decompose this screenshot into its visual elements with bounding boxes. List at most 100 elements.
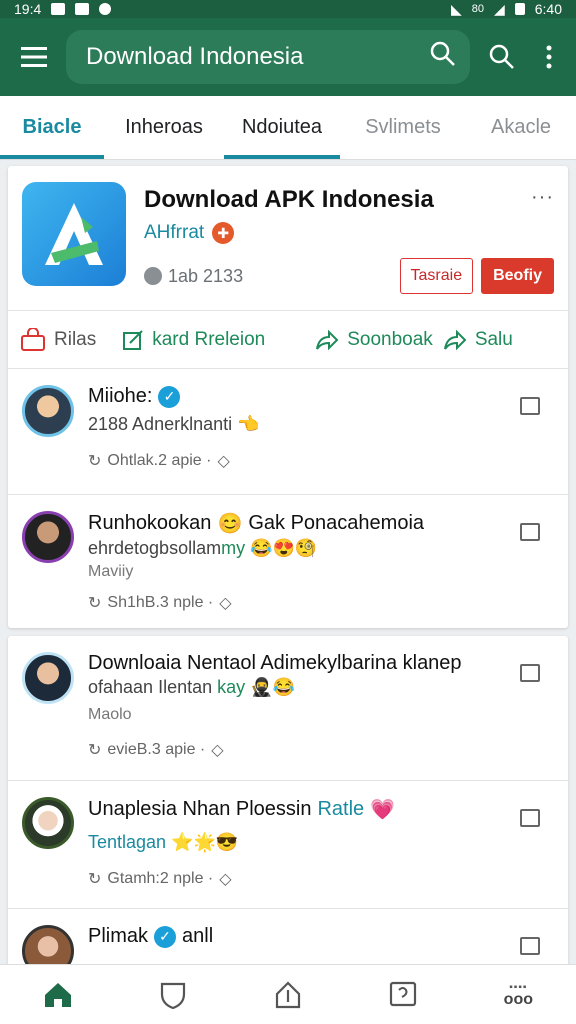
send-icon: ◇ [219, 595, 232, 612]
item-title: Unaplesia Nhan Ploessin [88, 798, 312, 820]
link-icon: ↻ [88, 453, 102, 470]
share-icon [316, 329, 339, 350]
avatar [22, 797, 74, 849]
list-item[interactable]: Runhokookan 😊 Gak Ponacahemoia ehrdetogb… [8, 494, 568, 628]
item-emoji: 😂😍🧐 [250, 538, 318, 558]
menu-icon[interactable] [12, 35, 56, 79]
link-icon: ↻ [88, 742, 102, 759]
signal-icon: ◢ [493, 0, 505, 17]
item-emoji: 👈 [237, 414, 260, 434]
checkbox[interactable] [520, 809, 540, 827]
send-icon: ◇ [219, 871, 232, 888]
app-logo [22, 182, 126, 286]
search-icon[interactable] [430, 41, 456, 74]
item-author: Runhokookan [88, 512, 212, 534]
action-soonboak[interactable]: Soonboak [315, 329, 433, 351]
tab-5[interactable]: Akacle [466, 96, 576, 159]
more-icon[interactable]: ··· [531, 186, 554, 209]
item-author: Miiohe: [88, 385, 153, 407]
gallery-icon [51, 3, 66, 15]
action-label: Soonboak [347, 328, 433, 350]
status-time: 19:4 [14, 1, 42, 17]
app-card: Download APK Indonesia AHfrrat ✚ 1ab 213… [8, 166, 568, 628]
list-item[interactable]: Downloaia Nentaol Adimekylbarina klanep … [8, 636, 568, 780]
item-emoji: 😊 [217, 513, 243, 535]
verified-icon: ✓ [154, 925, 177, 948]
edit-icon [123, 329, 143, 350]
item-title-rest: Gak Ponacahemoia [248, 512, 425, 534]
link-icon: ↻ [88, 595, 102, 612]
item-emoji: 💗 [370, 799, 396, 821]
item-title-highlight: Ratle [317, 798, 365, 820]
checkbox[interactable] [520, 937, 540, 955]
item-meta: Sh1hB.3 nple · [107, 594, 214, 611]
item-text-highlight: Tentlagan [88, 832, 167, 852]
notification-icon [99, 3, 112, 15]
item-text: ofahaan Ilentan [88, 677, 213, 697]
upload-icon[interactable] [264, 971, 312, 1019]
item-text: ehrdetogbsollam [88, 538, 222, 558]
list-item[interactable]: Miiohe: ✓ 2188 Adnerklnanti 👈 ↻ Ohtlak.2… [8, 368, 568, 494]
bottom-nav: ▪▪▪▪ ooo [0, 964, 576, 1024]
item-meta: evieB.3 apie · [107, 741, 206, 758]
item-emoji: 🥷😂 [250, 677, 295, 697]
more-apps-icon[interactable]: ▪▪▪▪ ooo [494, 971, 542, 1019]
home-icon[interactable] [34, 971, 82, 1019]
primary-button[interactable]: Beofiy [481, 258, 554, 294]
search-input[interactable]: Download Indonesia [66, 30, 470, 84]
avatar [22, 652, 74, 704]
checkbox[interactable] [520, 397, 540, 415]
tab-3[interactable]: Ndoiutea [224, 96, 340, 159]
tab-4[interactable]: Svlimets [340, 96, 466, 159]
send-icon: ◇ [211, 742, 224, 759]
list-item[interactable]: Unaplesia Nhan Ploessin Ratle 💗 Tentlaga… [8, 780, 568, 908]
item-text-highlight: my [221, 538, 246, 558]
tab-1[interactable]: Biacle [0, 96, 104, 159]
wifi-icon: ◣ [450, 0, 462, 17]
item-author-rest: anll [182, 925, 214, 947]
app-developer[interactable]: AHfrrat [144, 222, 204, 244]
action-salu[interactable]: Salu [443, 329, 513, 351]
checkbox[interactable] [520, 664, 540, 682]
image-icon [75, 3, 90, 15]
shield-icon[interactable] [149, 971, 197, 1019]
item-text-highlight: kay [217, 677, 246, 697]
checkbox[interactable] [520, 523, 540, 541]
action-label: Rilas [54, 328, 97, 350]
search-text: Download Indonesia [86, 43, 304, 70]
more-apps-label: ooo [503, 991, 533, 1008]
status-clock: 6:40 [534, 1, 562, 17]
item-subtext: Maolo [88, 706, 132, 723]
app-bar: Download Indonesia [0, 18, 576, 96]
action-label: kard Rreleion [152, 328, 266, 350]
action-label: Salu [474, 328, 513, 350]
secondary-button[interactable]: Tasraie [399, 258, 474, 294]
download-count: 1ab 2133 [168, 265, 244, 286]
item-meta: Ohtlak.2 apie · [107, 452, 212, 469]
battery-icon [514, 3, 525, 15]
action-rilas[interactable]: Rilas [20, 327, 97, 352]
download-count-icon [144, 267, 162, 285]
action-kard[interactable]: kard Rreleion [122, 329, 265, 351]
link-icon: ↻ [88, 871, 102, 888]
avatar [22, 511, 74, 563]
badge-icon: ✚ [212, 222, 235, 244]
tab-bar: Biacle Inheroas Ndoiutea Svlimets Akacle [0, 96, 576, 160]
chat-icon[interactable] [379, 971, 427, 1019]
app-title: Download APK Indonesia [144, 186, 434, 213]
overflow-menu-icon[interactable] [534, 35, 564, 79]
action-bar: Rilas kard Rreleion Soonboak Salu [8, 310, 568, 368]
item-author: Plimak [88, 925, 149, 947]
item-meta: Gtamh:2 nple · [107, 870, 214, 887]
item-subtext: Maviiy [88, 563, 134, 580]
bag-icon [21, 327, 45, 351]
share-icon [443, 329, 467, 350]
send-icon: ◇ [217, 453, 230, 470]
verified-icon: ✓ [158, 385, 181, 408]
status-bar: 19:4 ◣ 80 ◢ 6:40 [0, 0, 576, 18]
feed-card: Downloaia Nentaol Adimekylbarina klanep … [8, 636, 568, 988]
search-icon[interactable] [480, 35, 524, 79]
battery-percent: 80 [471, 3, 484, 15]
tab-2[interactable]: Inheroas [104, 96, 224, 159]
item-title: Downloaia Nentaol Adimekylbarina klanep [88, 652, 462, 674]
